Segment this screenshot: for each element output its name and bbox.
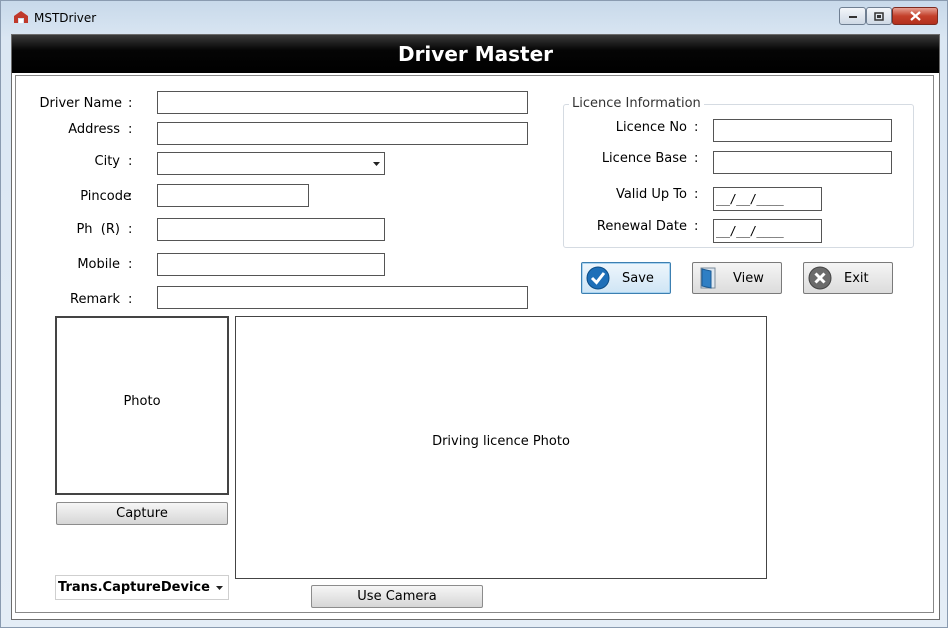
- title-bar: MSTDriver: [1, 1, 947, 33]
- address-label: Address: [68, 122, 120, 137]
- pincode-colon: :: [128, 189, 133, 204]
- exit-icon: [808, 266, 832, 290]
- address-colon: :: [128, 122, 133, 137]
- minimize-button[interactable]: [839, 7, 866, 25]
- renewal-date-label: Renewal Date: [596, 219, 687, 234]
- capture-device-value: Trans.CaptureDevice: [58, 580, 210, 595]
- phone-input[interactable]: [157, 218, 385, 241]
- page-title: Driver Master: [397, 42, 554, 66]
- city-dropdown[interactable]: [157, 152, 385, 175]
- use-camera-button[interactable]: Use Camera: [311, 585, 483, 608]
- app-logo-icon: [14, 11, 28, 23]
- use-camera-label: Use Camera: [357, 589, 437, 604]
- door-icon: [700, 267, 716, 289]
- phone-colon: :: [128, 222, 133, 237]
- capture-device-dropdown[interactable]: Trans.CaptureDevice: [55, 575, 229, 600]
- exit-button[interactable]: Exit: [803, 262, 893, 294]
- city-label: City: [94, 154, 120, 169]
- renewal-date-colon: :: [694, 219, 699, 234]
- app-window: MSTDriver Driver Master Driver Name : Ad…: [0, 0, 948, 628]
- remark-input[interactable]: [157, 286, 528, 309]
- remark-label: Remark: [70, 292, 120, 307]
- page-header: Driver Master: [12, 35, 939, 73]
- mobile-input[interactable]: [157, 253, 385, 276]
- capture-label: Capture: [116, 506, 168, 521]
- phone-label: Ph (R): [76, 222, 120, 237]
- close-icon: [909, 11, 921, 21]
- licence-info-title: Licence Information: [569, 96, 704, 111]
- valid-up-to-colon: :: [694, 187, 699, 202]
- licence-no-colon: :: [694, 120, 699, 135]
- valid-up-to-label: Valid Up To: [615, 187, 687, 202]
- save-button[interactable]: Save: [581, 262, 671, 294]
- licence-photo-label: Driving licence Photo: [432, 434, 570, 449]
- chevron-down-icon: [215, 585, 223, 590]
- city-colon: :: [128, 154, 133, 169]
- mobile-colon: :: [128, 257, 133, 272]
- licence-base-input[interactable]: [713, 151, 892, 174]
- remark-colon: :: [128, 292, 133, 307]
- address-input[interactable]: [157, 122, 528, 145]
- chevron-down-icon: [373, 161, 380, 166]
- maximize-button[interactable]: [866, 7, 892, 25]
- driver-name-label: Driver Name: [39, 96, 123, 111]
- licence-base-label: Licence Base: [601, 151, 687, 166]
- driver-name-input[interactable]: [157, 91, 528, 114]
- licence-base-colon: :: [694, 151, 699, 166]
- window-title: MSTDriver: [34, 11, 97, 25]
- valid-up-to-date-input[interactable]: __/__/____: [713, 187, 822, 211]
- licence-no-label: Licence No: [615, 120, 687, 135]
- pincode-label: Pincode: [80, 189, 131, 204]
- driver-name-colon: :: [128, 96, 133, 111]
- capture-button[interactable]: Capture: [56, 502, 228, 525]
- view-label: View: [733, 270, 764, 286]
- view-button[interactable]: View: [692, 262, 782, 294]
- renewal-date-input[interactable]: __/__/____: [713, 219, 822, 243]
- driver-photo-box: Photo: [55, 316, 229, 495]
- maximize-icon: [874, 11, 884, 21]
- close-window-button[interactable]: [892, 7, 938, 25]
- exit-label: Exit: [844, 270, 869, 286]
- photo-label: Photo: [123, 394, 161, 409]
- minimize-icon: [848, 16, 857, 18]
- pincode-input[interactable]: [157, 184, 309, 207]
- mobile-label: Mobile: [77, 257, 120, 272]
- licence-no-input[interactable]: [713, 119, 892, 142]
- licence-photo-box: Driving licence Photo: [235, 316, 767, 579]
- save-label: Save: [622, 270, 654, 286]
- checkmark-icon: [586, 266, 610, 290]
